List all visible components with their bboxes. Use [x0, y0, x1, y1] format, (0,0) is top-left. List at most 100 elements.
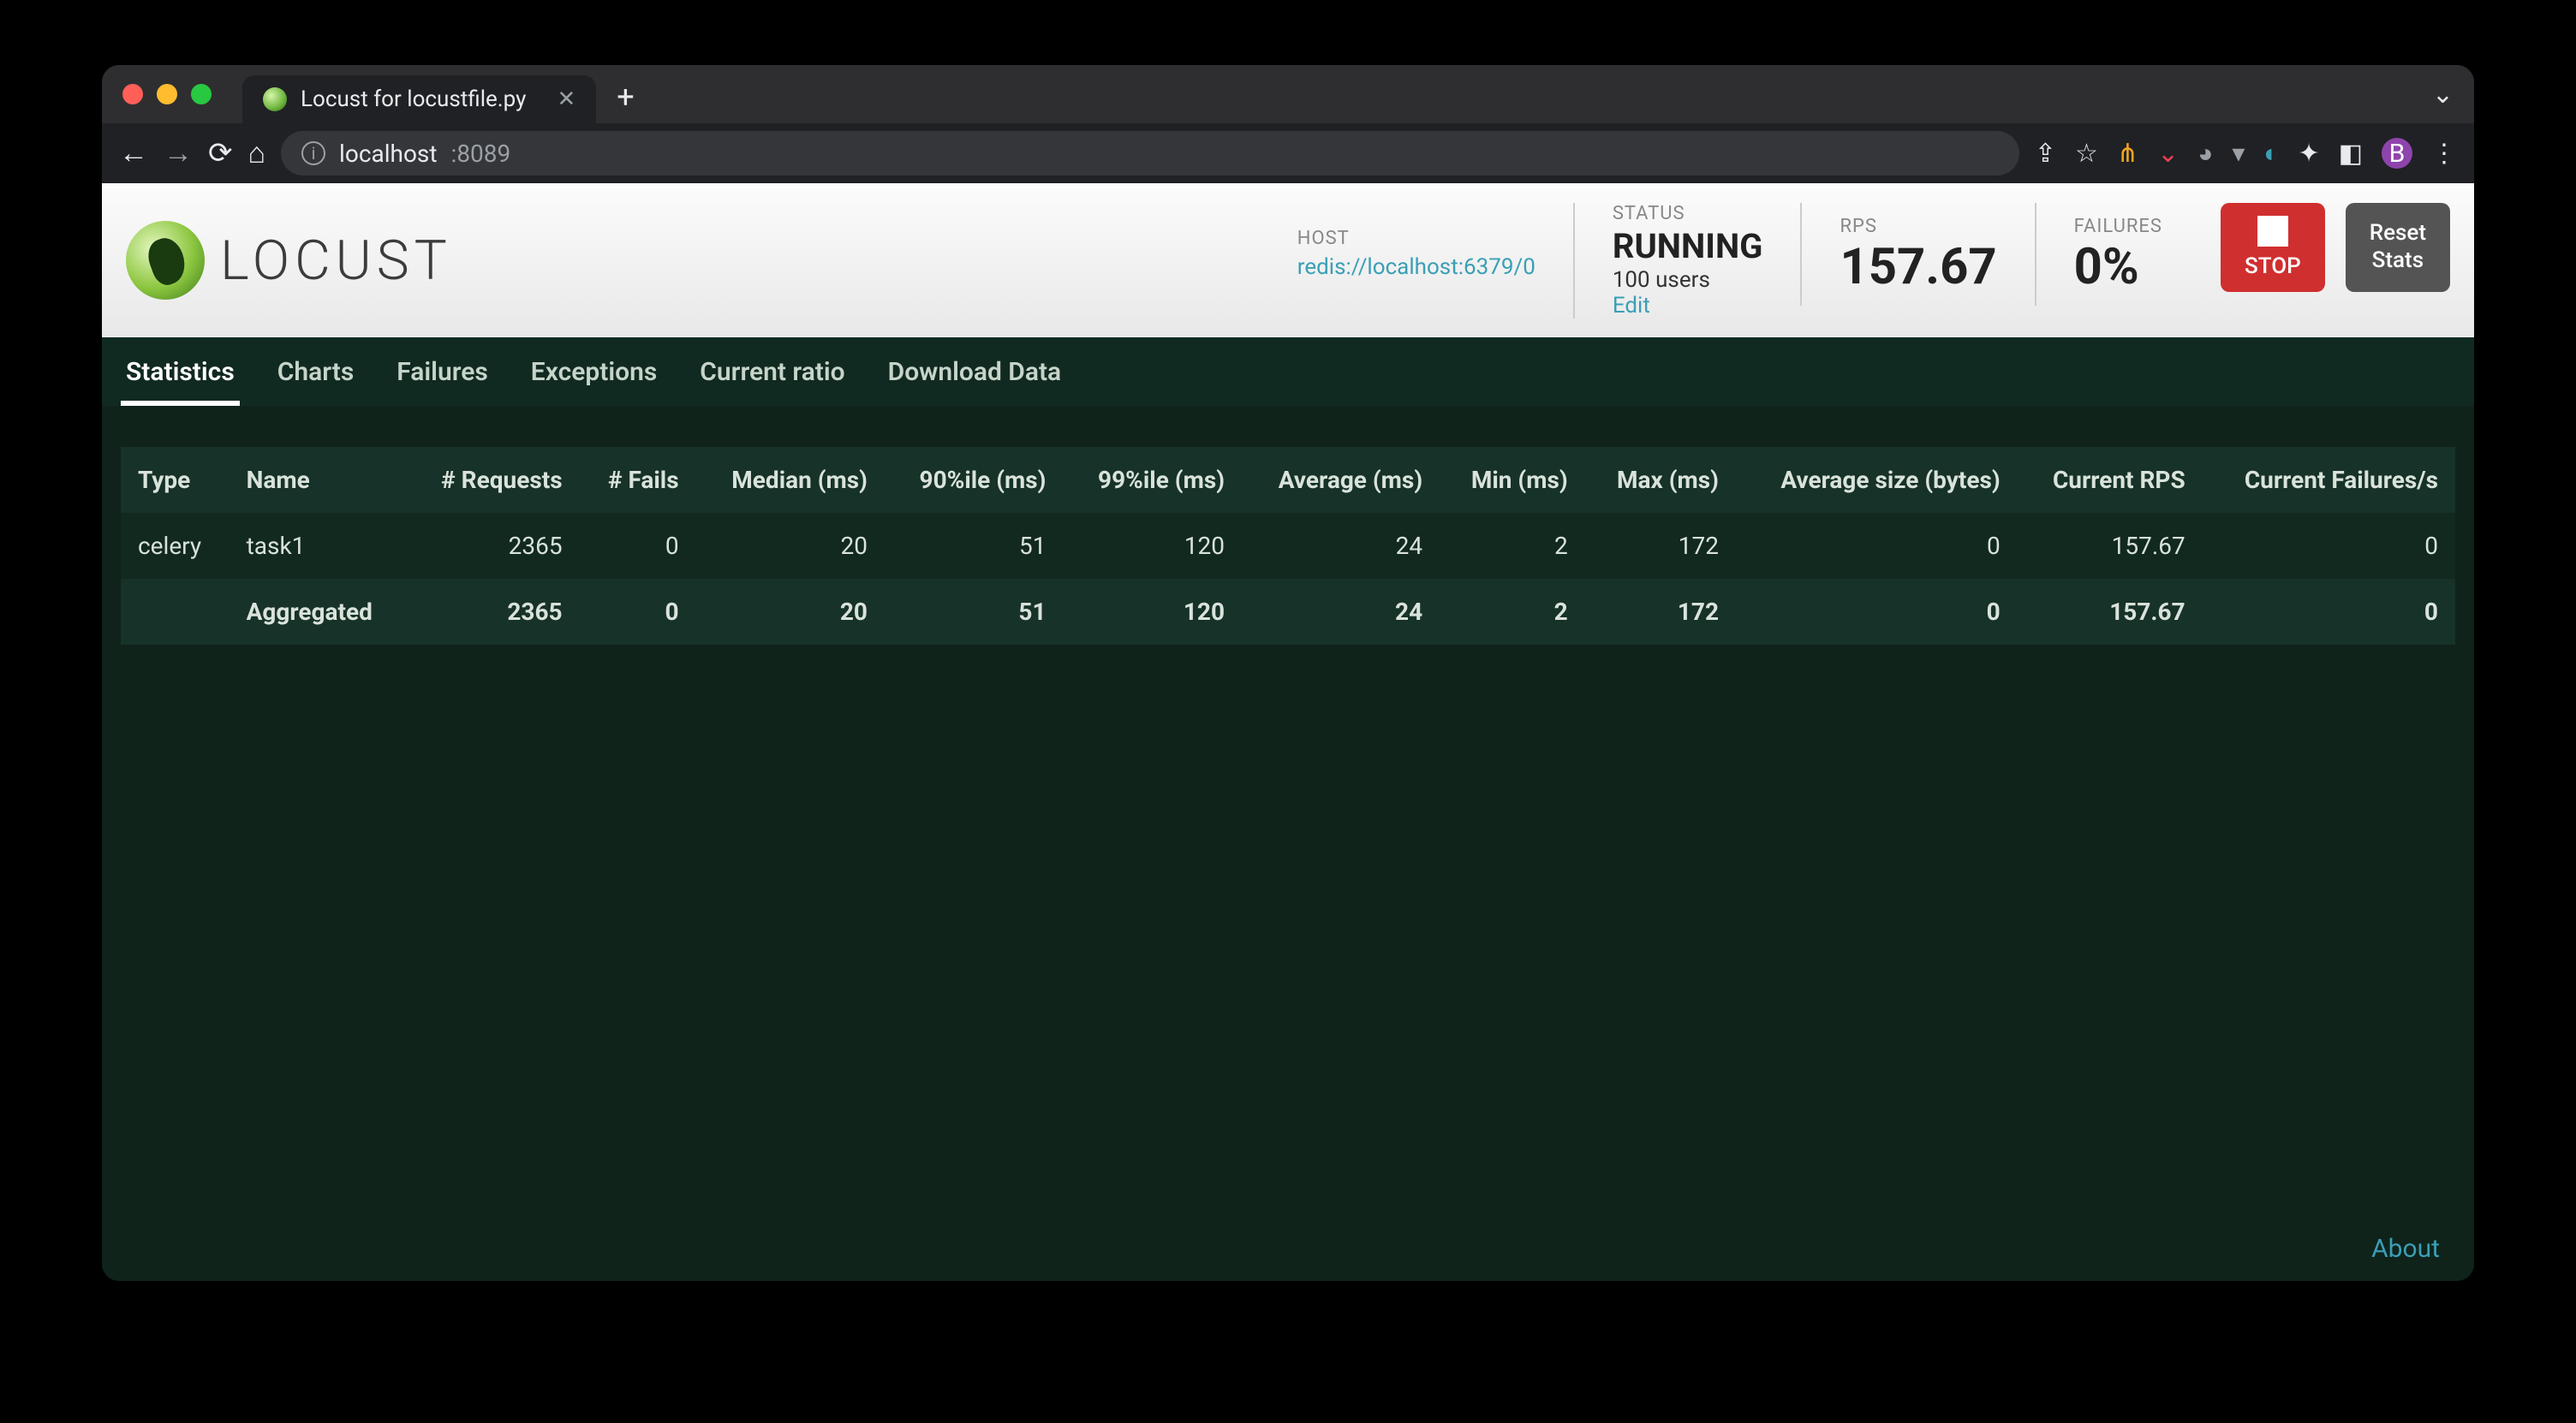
cell-cur-fail: 0: [2203, 579, 2455, 645]
tab-exceptions[interactable]: Exceptions: [526, 357, 663, 406]
window-controls: [122, 84, 212, 104]
status-box: STATUS RUNNING 100 users Edit: [1573, 203, 1801, 319]
ext-icon-2[interactable]: ▾: [2232, 139, 2245, 169]
cell-max: 172: [1585, 513, 1736, 579]
menu-icon[interactable]: ⋮: [2431, 139, 2457, 169]
extensions-icon[interactable]: ✦: [2299, 139, 2320, 169]
cell-cur-rps: 157.67: [2018, 513, 2203, 579]
failures-value: 0%: [2074, 242, 2162, 292]
col-p90[interactable]: 90%ile (ms): [885, 447, 1064, 513]
table-header-row: Type Name # Requests # Fails Median (ms)…: [121, 447, 2455, 513]
share-icon[interactable]: ⇪: [2035, 139, 2056, 169]
col-min[interactable]: Min (ms): [1440, 447, 1585, 513]
cell-type: [121, 579, 230, 645]
cell-fails: 0: [580, 579, 696, 645]
cell-min: 2: [1440, 579, 1585, 645]
tab-statistics[interactable]: Statistics: [121, 357, 240, 406]
panel-icon[interactable]: ◧: [2339, 139, 2363, 169]
about-link[interactable]: About: [2371, 1234, 2440, 1264]
titlebar: Locust for locustfile.py ✕ + ⌄: [102, 65, 2474, 123]
cell-median: 20: [696, 579, 885, 645]
cell-avgsize: 0: [1736, 579, 2018, 645]
status-label: STATUS: [1613, 203, 1763, 224]
host-box: HOST redis://localhost:6379/0: [1260, 203, 1573, 306]
status-users: 100 users: [1613, 267, 1763, 293]
table-row-aggregated: Aggregated 2365 0 20 51 120 24 2 172 0 1…: [121, 579, 2455, 645]
maximize-window-icon[interactable]: [191, 84, 212, 104]
toolbar-icons: ⇪ ☆ ⋔ ⌄ ◕ ▾ ◐ ✦ ◧ B ⋮: [2035, 138, 2457, 169]
cell-avg: 24: [1242, 513, 1440, 579]
cell-cur-fail: 0: [2203, 513, 2455, 579]
col-avgsize[interactable]: Average size (bytes): [1736, 447, 2018, 513]
cell-name: task1: [230, 513, 408, 579]
cell-p90: 51: [885, 579, 1064, 645]
close-window-icon[interactable]: [122, 84, 143, 104]
cell-max: 172: [1585, 579, 1736, 645]
tab-list-chevron-icon[interactable]: ⌄: [2432, 80, 2454, 110]
col-max[interactable]: Max (ms): [1585, 447, 1736, 513]
col-p99[interactable]: 99%ile (ms): [1064, 447, 1243, 513]
cell-fails: 0: [580, 513, 696, 579]
tab-current-ratio[interactable]: Current ratio: [695, 357, 850, 406]
col-median[interactable]: Median (ms): [696, 447, 885, 513]
edit-link[interactable]: Edit: [1613, 293, 1763, 319]
reset-line2: Stats: [2372, 247, 2424, 274]
tab-title: Locust for locustfile.py: [301, 86, 526, 112]
cell-avgsize: 0: [1736, 513, 2018, 579]
tab-charts[interactable]: Charts: [272, 357, 360, 406]
tab-download-data[interactable]: Download Data: [883, 357, 1067, 406]
status-value: RUNNING: [1613, 229, 1763, 264]
failures-label: FAILURES: [2074, 216, 2162, 237]
col-cur-fail[interactable]: Current Failures/s: [2203, 447, 2455, 513]
rps-box: RPS 157.67: [1800, 203, 2034, 306]
stop-icon: [2257, 216, 2288, 247]
host-label: HOST: [1297, 228, 1535, 249]
minimize-window-icon[interactable]: [157, 84, 177, 104]
cell-min: 2: [1440, 513, 1585, 579]
col-type[interactable]: Type: [121, 447, 230, 513]
rps-label: RPS: [1840, 216, 1996, 237]
home-icon[interactable]: ⌂: [248, 136, 266, 170]
col-requests[interactable]: # Requests: [407, 447, 579, 513]
cell-requests: 2365: [407, 579, 579, 645]
cell-median: 20: [696, 513, 885, 579]
cell-p90: 51: [885, 513, 1064, 579]
cell-type: celery: [121, 513, 230, 579]
forward-icon: →: [164, 136, 193, 170]
col-fails[interactable]: # Fails: [580, 447, 696, 513]
browser-window: Locust for locustfile.py ✕ + ⌄ ← → ⟳ ⌂ i…: [102, 65, 2474, 1281]
reload-icon[interactable]: ⟳: [208, 136, 233, 170]
close-tab-icon[interactable]: ✕: [557, 86, 575, 112]
rps-value: 157.67: [1840, 242, 1996, 292]
content-area: Type Name # Requests # Fails Median (ms)…: [102, 406, 2474, 1281]
cell-cur-rps: 157.67: [2018, 579, 2203, 645]
tab-failures[interactable]: Failures: [391, 357, 493, 406]
col-name[interactable]: Name: [230, 447, 408, 513]
stats-table: Type Name # Requests # Fails Median (ms)…: [121, 447, 2455, 645]
url-host: localhost: [339, 140, 437, 168]
locust-logo-icon: [126, 221, 205, 300]
omnibox[interactable]: i localhost:8089: [281, 131, 2019, 176]
cell-p99: 120: [1064, 579, 1243, 645]
stop-button[interactable]: STOP: [2221, 203, 2325, 292]
col-cur-rps[interactable]: Current RPS: [2018, 447, 2203, 513]
ext-icon-3[interactable]: ◐: [2263, 139, 2279, 169]
brand-word: LOCUST: [220, 229, 452, 293]
address-bar: ← → ⟳ ⌂ i localhost:8089 ⇪ ☆ ⋔ ⌄ ◕ ▾ ◐ ✦…: [102, 123, 2474, 183]
col-avg[interactable]: Average (ms): [1242, 447, 1440, 513]
browser-tab[interactable]: Locust for locustfile.py ✕: [242, 75, 596, 123]
profile-avatar[interactable]: B: [2382, 138, 2412, 169]
table-row: celery task1 2365 0 20 51 120 24 2 172 0…: [121, 513, 2455, 579]
host-link[interactable]: redis://localhost:6379/0: [1297, 254, 1535, 280]
bookmark-star-icon[interactable]: ☆: [2075, 139, 2098, 169]
cell-name: Aggregated: [230, 579, 408, 645]
pocket-icon[interactable]: ⌄: [2157, 139, 2179, 169]
back-icon[interactable]: ←: [119, 136, 148, 170]
site-info-icon[interactable]: i: [301, 141, 325, 165]
rss-icon[interactable]: ⋔: [2117, 139, 2138, 169]
footer: About: [2371, 1234, 2440, 1264]
reset-stats-button[interactable]: Reset Stats: [2346, 203, 2450, 292]
new-tab-button[interactable]: +: [617, 79, 634, 115]
cell-requests: 2365: [407, 513, 579, 579]
ext-icon-1[interactable]: ◕: [2197, 139, 2213, 169]
